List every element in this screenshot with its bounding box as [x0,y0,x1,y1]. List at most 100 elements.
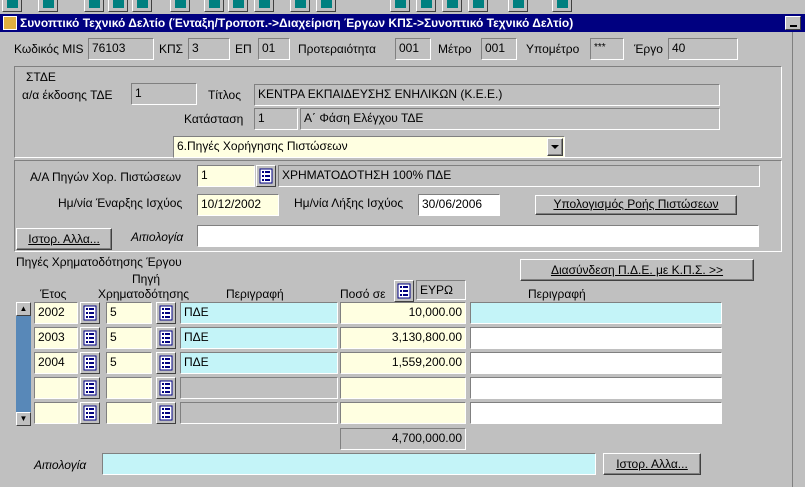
ep-field[interactable]: 01 [258,38,290,60]
toolbar-button[interactable] [508,0,528,12]
toolbar-button[interactable] [390,0,410,12]
title-field[interactable]: ΚΕΝΤΡΑ ΕΚΠΑΙΔΕΥΣΗΣ ΕΝΗΛΙΚΩΝ (Κ.Ε.Ε.) [254,84,720,106]
aa-lov-button[interactable] [256,165,276,187]
year-cell[interactable] [34,402,78,424]
list-icon [159,305,173,321]
list-icon [83,380,97,396]
list-icon [83,330,97,346]
reason-field[interactable] [197,225,759,247]
kps-field[interactable]: 3 [188,38,230,60]
list-icon [159,380,173,396]
issue-field[interactable]: 1 [131,83,197,105]
scroll-up-icon[interactable]: ▲ [16,302,31,316]
source-cell[interactable] [106,377,152,399]
toolbar-button[interactable] [204,0,224,12]
year-cell[interactable]: 2002 [34,302,78,324]
year-lov-button[interactable] [80,327,100,349]
list-icon [259,168,273,184]
desc2-cell[interactable] [470,302,722,324]
source-lov-button[interactable] [156,352,176,374]
list-icon [83,405,97,421]
source-cell[interactable]: 5 [106,302,152,324]
desc2-cell[interactable] [470,377,722,399]
toolbar-button[interactable] [442,0,462,12]
status-code-field[interactable]: 1 [254,108,298,130]
toolbar-button[interactable] [316,0,336,12]
toolbar-button[interactable] [2,0,22,12]
amount-cell[interactable]: 1,559,200.00 [340,352,466,374]
year-lov-button[interactable] [80,302,100,324]
col-source-top: Πηγή [132,272,161,286]
sources-reason-field[interactable] [102,453,596,475]
toolbar-button[interactable] [254,0,274,12]
toolbar-button[interactable] [552,0,572,12]
desc-cell[interactable] [180,377,338,399]
dropdown-button[interactable] [547,138,563,156]
source-cell[interactable] [106,402,152,424]
list-icon [159,405,173,421]
scroll-down-icon[interactable]: ▼ [16,412,31,426]
toolbar-button[interactable] [468,0,488,12]
amount-cell[interactable]: 3,130,800.00 [340,327,466,349]
priority-field[interactable]: 001 [395,38,431,60]
desc2-cell[interactable] [470,402,722,424]
amount-cell[interactable] [340,377,466,399]
sources-history-button[interactable]: Ιστορ. Αλλα... [603,453,701,475]
year-cell[interactable]: 2004 [34,352,78,374]
calc-flow-button[interactable]: Υπολογισμός Ροής Πιστώσεων [535,195,737,215]
list-icon [83,305,97,321]
end-date-field[interactable]: 30/06/2006 [418,194,500,216]
minimize-button[interactable] [785,16,801,30]
ergo-field[interactable]: 40 [668,38,738,60]
amount-cell[interactable] [340,402,466,424]
window-scrollbar[interactable] [792,32,805,487]
desc2-cell[interactable] [470,352,722,374]
desc-cell[interactable]: ΠΔΕ [180,327,338,349]
source-cell[interactable]: 5 [106,327,152,349]
source-lov-button[interactable] [156,377,176,399]
tab-select[interactable]: 6.Πηγές Χορήγησης Πιστώσεων [173,136,565,158]
toolbar-button[interactable] [416,0,436,12]
year-lov-button[interactable] [80,377,100,399]
priority-label: Προτεραιότητα [298,42,376,56]
metro-field[interactable]: 001 [481,38,517,60]
aa-field[interactable]: 1 [197,165,255,187]
year-lov-button[interactable] [80,352,100,374]
toolbar-button[interactable] [84,0,104,12]
aa-label: Α/Α Πηγών Χορ. Πιστώσεων [30,170,182,184]
link-pde-kps-button[interactable]: Διασύνδεση Π.Δ.Ε. με Κ.Π.Σ. >> [520,259,754,281]
submetro-label: Υπομέτρο [526,42,580,56]
source-lov-button[interactable] [156,402,176,424]
scroll-thumb[interactable] [16,316,31,412]
toolbar-button[interactable] [132,0,152,12]
source-lov-button[interactable] [156,302,176,324]
toolbar-button[interactable] [38,0,58,12]
mis-field[interactable]: 76103 [88,38,154,60]
year-cell[interactable]: 2003 [34,327,78,349]
desc-cell[interactable] [180,402,338,424]
ep-label: ΕΠ [235,42,252,56]
toolbar [0,0,805,14]
source-lov-button[interactable] [156,327,176,349]
year-lov-button[interactable] [80,402,100,424]
amount-cell[interactable]: 10,000.00 [340,302,466,324]
currency-lov-button[interactable] [394,280,414,302]
currency-field[interactable]: ΕΥΡΩ [416,280,466,300]
desc2-cell[interactable] [470,327,722,349]
toolbar-button[interactable] [170,0,190,12]
submetro-field[interactable]: *** [590,38,624,60]
app-icon [3,16,17,30]
source-cell[interactable]: 5 [106,352,152,374]
history-button[interactable]: Ιστορ. Αλλα... [16,228,112,250]
desc-cell[interactable]: ΠΔΕ [180,352,338,374]
status-label: Κατάσταση [184,112,244,126]
year-cell[interactable] [34,377,78,399]
start-date-field[interactable]: 10/12/2002 [197,194,279,216]
toolbar-button[interactable] [290,0,310,12]
toolbar-button[interactable] [228,0,248,12]
toolbar-button[interactable] [108,0,128,12]
aa-desc-field[interactable]: ΧΡΗΜΑΤΟΔΟΤΗΣΗ 100% ΠΔΕ [278,165,760,187]
status-text-field[interactable]: Α΄ Φάση Ελέγχου ΤΔΕ [300,108,720,130]
desc-cell[interactable]: ΠΔΕ [180,302,338,324]
tab-select-value: 6.Πηγές Χορήγησης Πιστώσεων [177,139,348,153]
